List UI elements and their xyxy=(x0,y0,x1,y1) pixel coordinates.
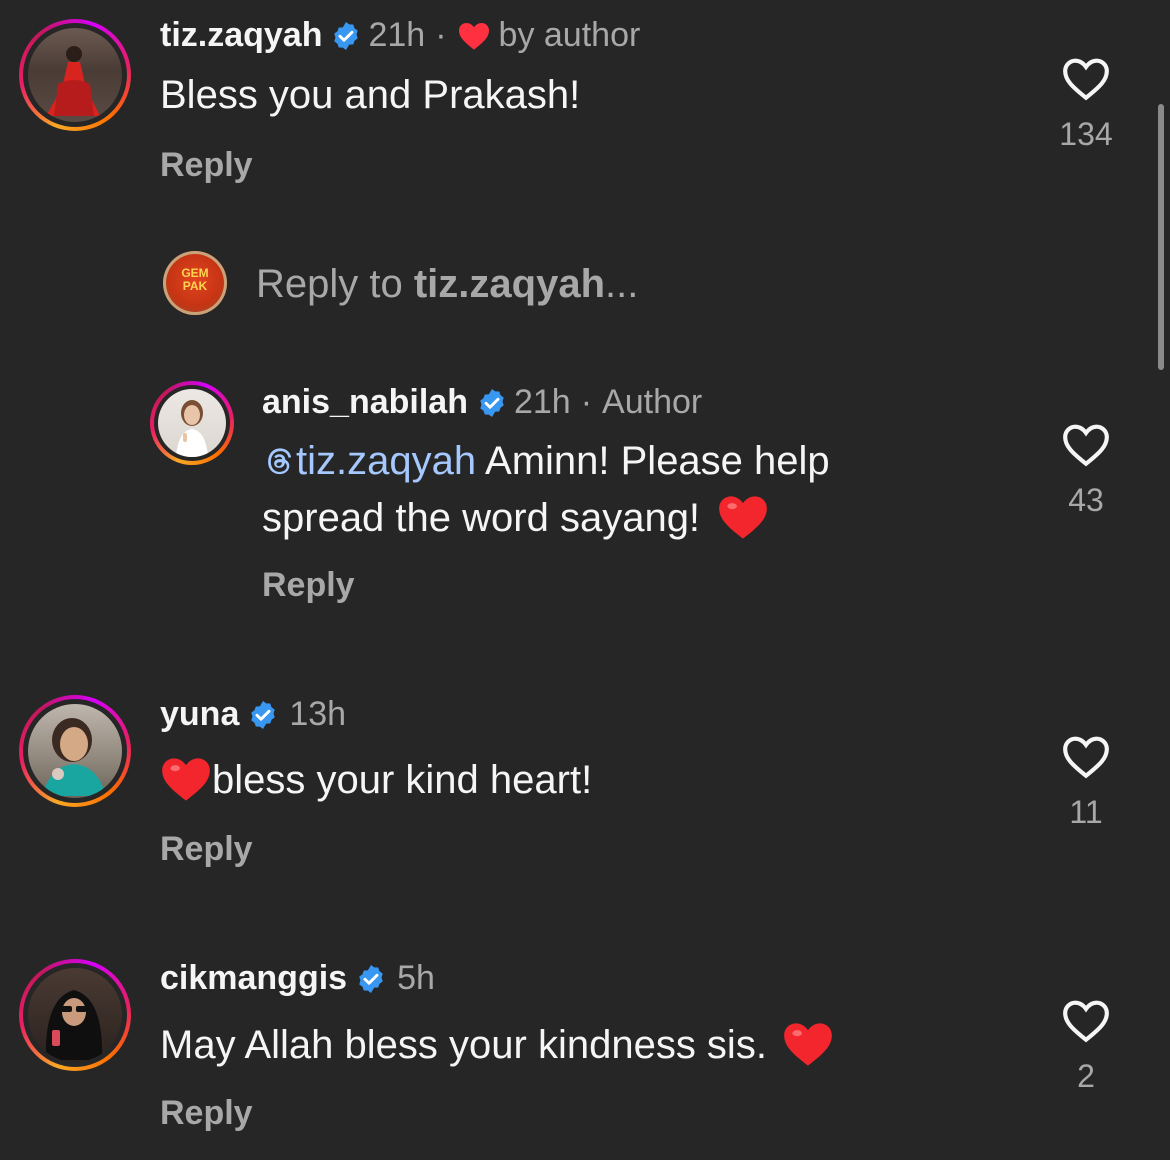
mention-link[interactable]: tiz.zaqyah xyxy=(262,439,476,483)
comment-text: Bless you and Prakash! xyxy=(160,73,581,117)
comment-time: 13h xyxy=(289,695,347,733)
avatar-photo xyxy=(42,718,106,796)
comment-text: bless your kind heart! xyxy=(212,758,593,802)
verified-badge-icon xyxy=(251,700,276,729)
like-count: 43 xyxy=(1068,482,1104,518)
username[interactable]: cikmanggis xyxy=(160,959,347,998)
comment-text: May Allah bless your kindness sis. xyxy=(160,1023,767,1067)
avatar-yuna[interactable] xyxy=(19,695,131,807)
heart-outline-icon[interactable] xyxy=(1061,422,1111,468)
red-heart-emoji xyxy=(162,758,210,801)
like-column: 134 xyxy=(1046,56,1126,153)
like-column: 2 xyxy=(1046,998,1126,1095)
reply-button[interactable]: Reply xyxy=(160,830,253,869)
heart-outline-icon[interactable] xyxy=(1061,56,1111,102)
avatar-cikmanggis[interactable] xyxy=(19,959,131,1071)
like-count: 11 xyxy=(1069,794,1103,830)
comment-header: cikmanggis 5h xyxy=(160,959,435,998)
reply-composer-input[interactable]: Reply to tiz.zaqyah... xyxy=(256,262,638,307)
threads-icon xyxy=(268,448,292,475)
like-column: 43 xyxy=(1046,422,1126,519)
verified-badge-icon xyxy=(480,388,504,417)
username[interactable]: yuna xyxy=(160,695,239,734)
reply-button[interactable]: Reply xyxy=(160,146,253,185)
comment-text-row: bless your kind heart! xyxy=(160,752,592,809)
scrollbar[interactable] xyxy=(1158,104,1164,370)
red-heart-emoji xyxy=(719,496,768,539)
brand-logo-text: GEM PAK xyxy=(181,266,209,293)
comment-header: tiz.zaqyah 21h · by author xyxy=(160,16,640,55)
author-badge: Author xyxy=(602,383,703,421)
like-count: 2 xyxy=(1077,1058,1095,1094)
verified-badge-icon xyxy=(359,964,383,993)
reply-composer-target: tiz.zaqyah xyxy=(413,262,606,306)
like-count: 134 xyxy=(1059,116,1113,152)
avatar-anis-nabilah[interactable] xyxy=(150,381,234,465)
reply-composer-suffix: ... xyxy=(605,262,639,306)
verified-badge-icon xyxy=(334,21,359,50)
avatar-photo xyxy=(46,46,100,116)
avatar-tiz-zaqyah[interactable] xyxy=(19,19,131,131)
reply-composer-avatar: GEM PAK xyxy=(163,251,227,315)
avatar-photo xyxy=(176,400,208,457)
separator-dot: · xyxy=(580,383,593,421)
comment-time: 5h xyxy=(397,959,435,997)
comment-time: 21h xyxy=(513,383,571,421)
heart-outline-icon[interactable] xyxy=(1061,734,1111,780)
liked-by-author-label: by author xyxy=(498,16,641,54)
username[interactable]: tiz.zaqyah xyxy=(160,16,322,55)
reply-button[interactable]: Reply xyxy=(262,566,355,605)
mention-username: tiz.zaqyah xyxy=(296,439,477,483)
heart-outline-icon[interactable] xyxy=(1061,998,1111,1044)
comment-text-row: May Allah bless your kindness sis. xyxy=(160,1017,834,1074)
reply-text-line1: Aminn! Please help xyxy=(485,439,830,483)
separator-dot: · xyxy=(435,16,447,54)
reply-header: anis_nabilah 21h · Author xyxy=(262,383,702,422)
username[interactable]: anis_nabilah xyxy=(262,383,468,422)
avatar-photo xyxy=(45,990,103,1060)
red-heart-icon xyxy=(458,22,489,50)
reply-text-line2: spread the word sayang! xyxy=(262,496,701,540)
like-column: 11 xyxy=(1046,734,1126,831)
comment-header: yuna 13h xyxy=(160,695,346,734)
comment-time: 21h xyxy=(368,16,426,54)
reply-composer-prefix: Reply to xyxy=(256,262,414,306)
reply-text: tiz.zaqyah Aminn! Please help spread the… xyxy=(262,433,830,547)
red-heart-emoji xyxy=(784,1023,832,1066)
reply-button[interactable]: Reply xyxy=(160,1094,253,1133)
